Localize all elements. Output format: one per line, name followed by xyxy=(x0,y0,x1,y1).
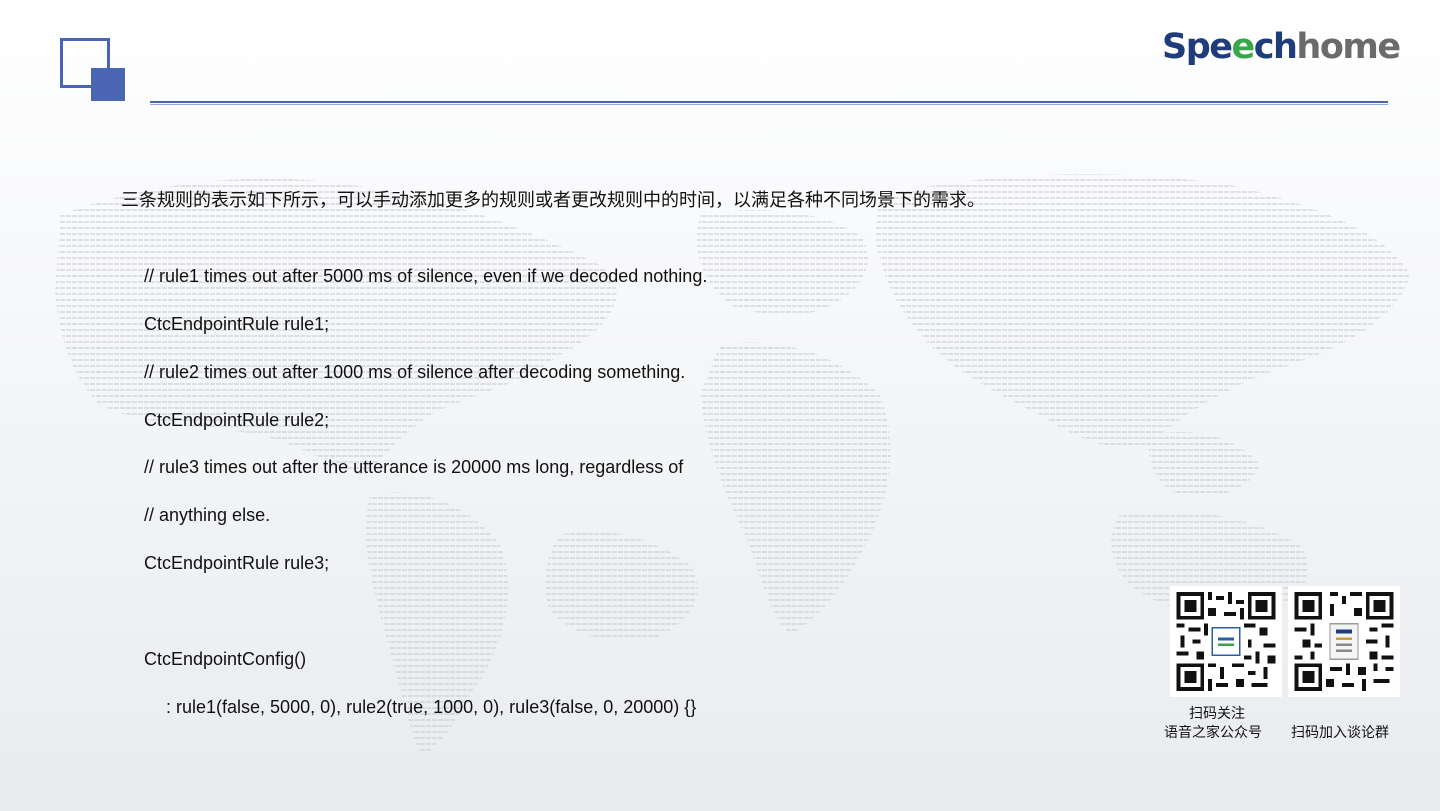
code-line: CtcEndpointRule rule2; xyxy=(144,410,330,430)
qr-code-group xyxy=(1288,586,1400,697)
code-line: : rule1(false, 5000, 0), rule2(true, 100… xyxy=(166,697,697,717)
speechhome-logo: Speechhome xyxy=(1162,27,1401,67)
code-line: // rule2 times out after 1000 ms of sile… xyxy=(144,362,686,382)
code-line: // rule1 times out after 5000 ms of sile… xyxy=(144,266,708,286)
code-line: CtcEndpointRule rule3; xyxy=(144,553,330,573)
qr-caption-follow: 扫码关注 xyxy=(1189,706,1245,722)
qr-caption-join-group: 扫码加入谈论群 xyxy=(1291,725,1389,741)
qr-caption-official-account: 语音之家公众号 xyxy=(1164,725,1262,741)
qr-code-official-account xyxy=(1170,586,1282,697)
logo-text-speech: Speech xyxy=(1162,27,1298,67)
code-line: CtcEndpointConfig() xyxy=(144,649,307,669)
code-line: // rule3 times out after the utterance i… xyxy=(144,457,684,477)
code-line: CtcEndpointRule rule1; xyxy=(144,314,330,334)
intro-paragraph: 三条规则的表示如下所示，可以手动添加更多的规则或者更改规则中的时间，以满足各种不… xyxy=(121,190,985,210)
code-line: // anything else. xyxy=(144,505,271,525)
qr-code-icon xyxy=(1294,592,1394,691)
header-divider xyxy=(150,101,1388,105)
logo-text-home: home xyxy=(1296,27,1401,67)
corner-logo-squares xyxy=(60,38,126,102)
logo-square-filled xyxy=(91,68,125,101)
qr-code-icon xyxy=(1176,592,1276,691)
